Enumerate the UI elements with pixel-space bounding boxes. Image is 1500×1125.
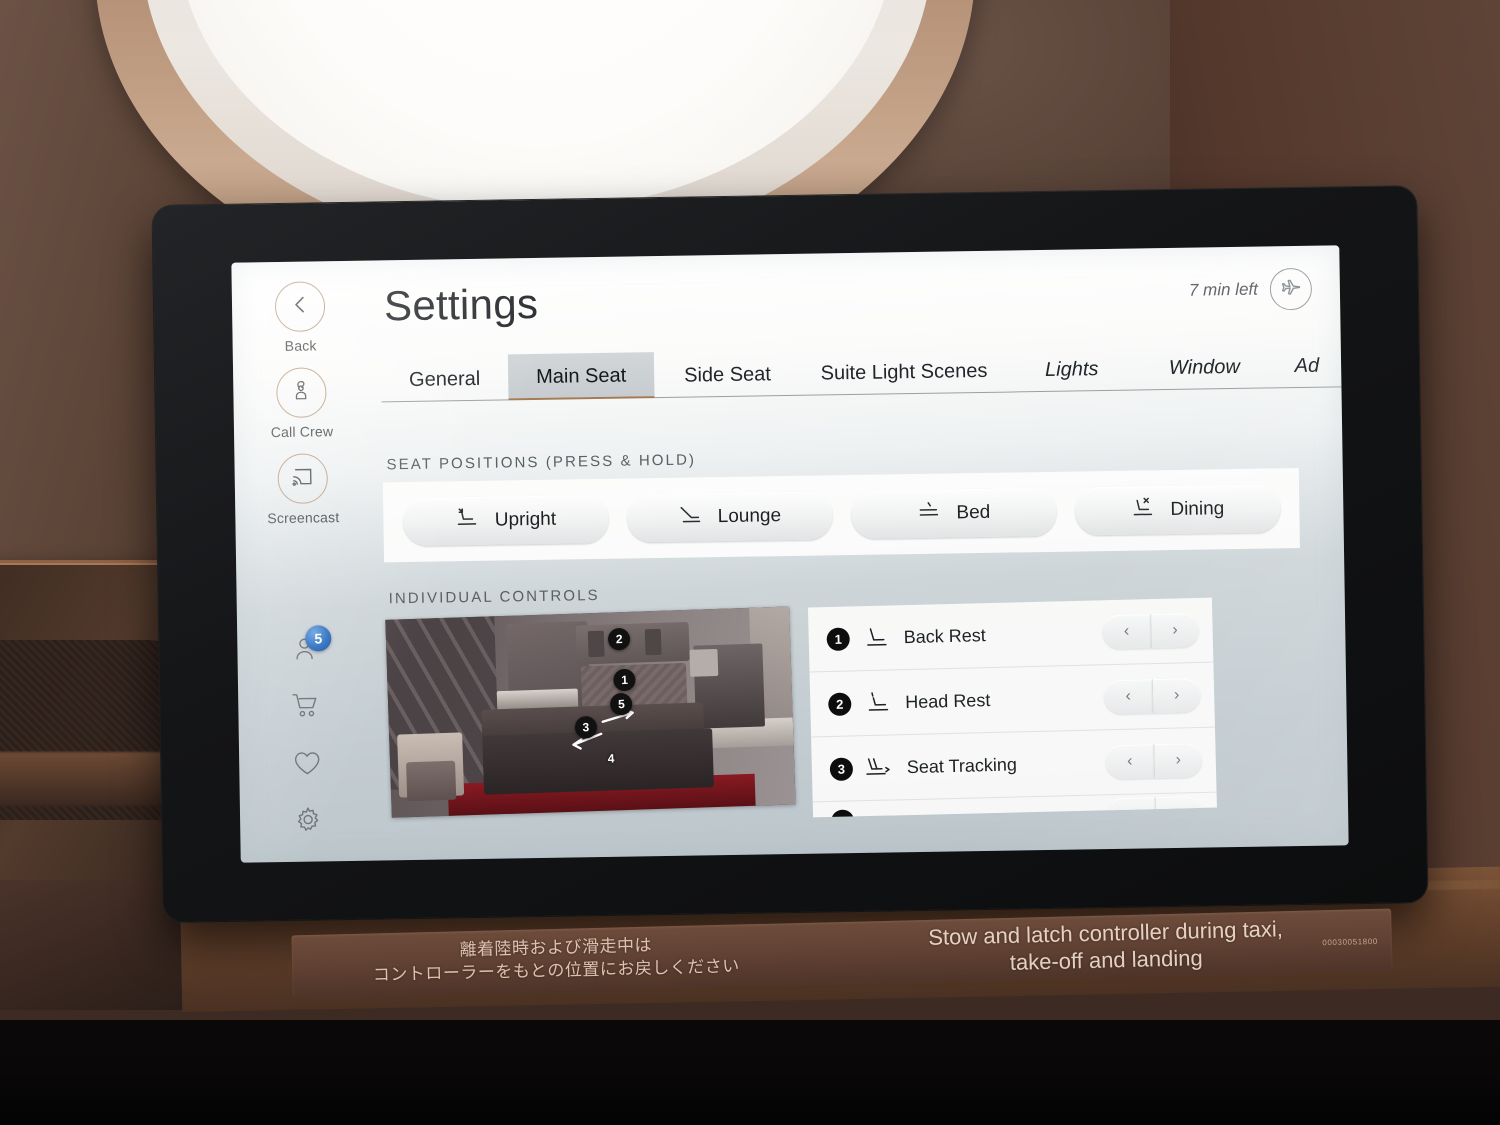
tab-side-seat[interactable]: Side Seat	[653, 350, 802, 399]
seat-bed-icon	[916, 500, 942, 528]
seat-position-upright-label: Upright	[494, 508, 557, 531]
seat-tracking-decrease-button[interactable]: ‹	[1105, 744, 1155, 780]
seat-hotspot-4[interactable]: 4	[600, 747, 623, 770]
head-rest-icon	[859, 690, 898, 715]
control-label-seat-tracking: Seat Tracking	[906, 753, 1018, 777]
call-crew-button-circle[interactable]	[276, 367, 327, 419]
stepper-head-rest: ‹ ›	[1103, 677, 1201, 715]
seat-controller-tablet: Back Call Crew Screencast 5 Settings 7 m…	[152, 186, 1428, 922]
hardware-button-bar	[0, 1020, 1500, 1125]
sidebar-item-screencast-label: Screencast	[267, 509, 340, 527]
placard-japanese-text: 離着陸時および滑走中は コントローラーをもとの位置にお戻しください	[292, 931, 821, 990]
partial-decrease-button[interactable]	[1106, 796, 1156, 818]
seat-position-lounge-button[interactable]: Lounge	[626, 491, 833, 543]
seat-diagram-image[interactable]: 2 1 5 3 4	[385, 606, 796, 818]
sidebar-item-call-crew-label: Call Crew	[270, 423, 334, 441]
tab-general[interactable]: General	[380, 355, 509, 403]
gear-icon[interactable]	[291, 803, 325, 836]
seat-position-bed-button[interactable]: Bed	[850, 487, 1057, 540]
seat-lounge-icon	[677, 503, 703, 531]
back-rest-decrease-button[interactable]: ‹	[1102, 614, 1152, 650]
chevron-left-icon	[290, 294, 310, 319]
seat-photo-ottoman-base	[406, 760, 456, 802]
screencast-icon	[291, 465, 315, 492]
head-rest-increase-button[interactable]: ›	[1151, 677, 1201, 714]
control-label-back-rest: Back Rest	[903, 624, 986, 647]
individual-controls-list: 1 Back Rest ‹ › 2 Head Rest ‹ › 3 Seat T…	[807, 597, 1217, 818]
seat-tracking-icon	[861, 755, 900, 780]
back-rest-increase-button[interactable]: ›	[1150, 612, 1200, 649]
individual-controls-label: INDIVIDUAL CONTROLS	[388, 586, 600, 608]
sidebar-item-call-crew[interactable]: Call Crew	[233, 367, 370, 441]
seat-position-bed-label: Bed	[956, 501, 991, 524]
settings-tab-bar: General Main Seat Side Seat Suite Light …	[380, 341, 1342, 403]
seat-upright-icon	[455, 507, 481, 535]
profile-icon[interactable]: 5	[288, 625, 332, 665]
sidebar-item-screencast[interactable]: Screencast	[234, 453, 371, 527]
tab-window[interactable]: Window	[1135, 343, 1274, 391]
seat-positions-panel: Upright Lounge Bed Dining	[382, 467, 1300, 563]
seat-position-upright-button[interactable]: Upright	[402, 494, 609, 547]
seat-photo-console-panel	[689, 648, 719, 678]
seat-position-dining-button[interactable]: Dining	[1074, 484, 1281, 536]
seat-position-dining-label: Dining	[1170, 498, 1225, 521]
head-rest-decrease-button[interactable]: ‹	[1103, 679, 1153, 715]
stepper-back-rest: ‹ ›	[1102, 612, 1200, 650]
placard-english-text: Stow and latch controller during taxi, t…	[819, 912, 1392, 981]
control-row-seat-tracking: 3 Seat Tracking ‹ ›	[811, 727, 1217, 803]
control-number-2: 2	[828, 691, 852, 716]
screencast-button-circle[interactable]	[277, 453, 329, 505]
seat-dining-icon	[1130, 496, 1156, 524]
cabin-scene: Back Call Crew Screencast 5 Settings 7 m…	[0, 0, 1500, 1125]
back-rest-icon	[857, 625, 896, 650]
back-button-circle[interactable]	[274, 281, 326, 333]
sidebar-item-back-label: Back	[284, 337, 317, 354]
control-number-1: 1	[826, 626, 850, 651]
sidebar: Back Call Crew Screencast 5	[231, 261, 376, 863]
seat-photo-headrest-wing-left	[587, 630, 605, 657]
control-row-back-rest: 1 Back Rest ‹ ›	[807, 597, 1214, 673]
control-label-partial	[908, 815, 1107, 818]
stepper-seat-tracking: ‹ ›	[1105, 742, 1203, 780]
flight-time-remaining: 7 min left	[1188, 279, 1259, 300]
seat-tracking-increase-button[interactable]: ›	[1153, 742, 1203, 779]
seat-photo-headrest-wing-right	[644, 628, 662, 655]
control-label-head-rest: Head Rest	[905, 689, 991, 712]
partial-increase-button[interactable]	[1154, 795, 1204, 818]
placard-part-code: 00030051800	[1322, 936, 1378, 948]
tab-main-seat[interactable]: Main Seat	[507, 352, 655, 401]
tab-suite-light-scenes[interactable]: Suite Light Scenes	[800, 347, 1008, 396]
seat-positions-label: SEAT POSITIONS (PRESS & HOLD)	[386, 451, 697, 474]
page-title: Settings	[383, 279, 539, 330]
tablet-screen: Back Call Crew Screencast 5 Settings 7 m…	[231, 245, 1349, 863]
seat-position-lounge-label: Lounge	[717, 505, 782, 528]
airplane-icon[interactable]	[1269, 267, 1313, 311]
flight-attendant-icon	[289, 378, 313, 407]
flight-status[interactable]: 7 min left	[1188, 267, 1313, 312]
stepper-partial	[1106, 795, 1204, 818]
sidebar-bottom-icons: 5	[237, 625, 376, 837]
tab-advanced[interactable]: Ad	[1272, 342, 1342, 389]
control-number-3: 3	[829, 756, 854, 781]
control-number-partial	[830, 809, 855, 818]
control-row-head-rest: 2 Head Rest ‹ ›	[809, 662, 1215, 738]
heart-icon[interactable]	[290, 746, 324, 779]
profile-badge-count: 5	[305, 625, 332, 652]
sidebar-item-back[interactable]: Back	[232, 281, 369, 355]
cart-icon[interactable]	[289, 689, 323, 722]
tab-lights[interactable]: Lights	[1007, 345, 1137, 393]
